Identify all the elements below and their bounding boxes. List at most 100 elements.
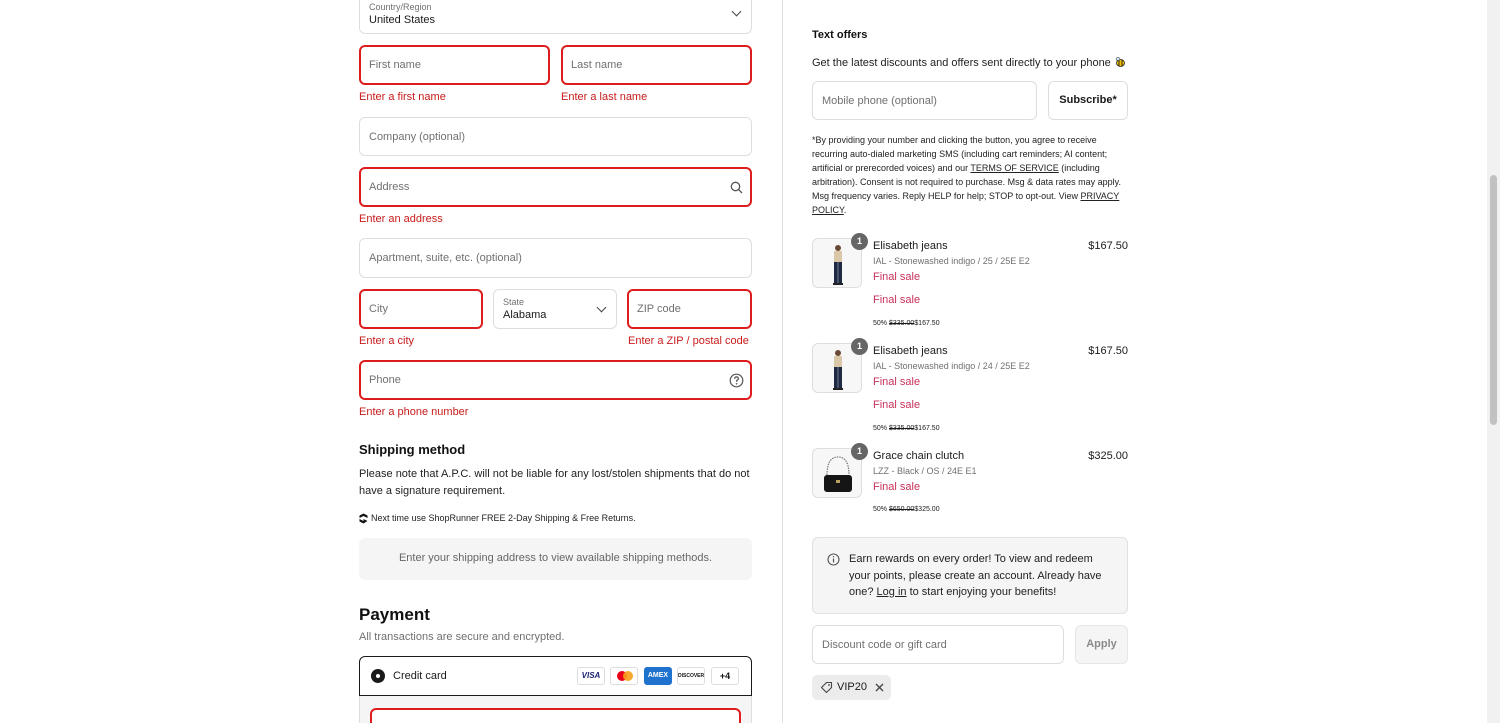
discount-code-placeholder: Discount code or gift card [822,638,947,651]
address-error: Enter an address [359,213,443,225]
city-input[interactable]: City [359,289,483,329]
credit-card-label: Credit card [393,670,447,682]
shoprunner-text: Next time use ShopRunner FREE 2-Day Ship… [371,513,636,523]
shipping-empty-message: Enter your shipping address to view avai… [398,552,713,564]
country-select[interactable]: Country/Region United States [359,0,752,34]
info-icon [827,553,840,566]
apartment-placeholder: Apartment, suite, etc. (optional) [369,252,522,264]
zip-input[interactable]: ZIP code [627,289,752,329]
zip-placeholder: ZIP code [637,303,681,315]
discount-line: 50% $650.00$325.00 [873,506,940,513]
company-placeholder: Company (optional) [369,130,465,143]
remove-discount-icon[interactable] [875,683,884,692]
company-input[interactable]: Company (optional) [359,117,752,156]
shipping-methods-placeholder: Enter your shipping address to view avai… [359,538,752,580]
amex-icon: AMEX [644,667,672,685]
address-placeholder: Address [369,181,410,193]
rewards-text-2: to start enjoying your benefits! [906,586,1057,598]
zip-error: Enter a ZIP / postal code [628,335,749,347]
text-offers-desc-text: Get the latest discounts and offers sent… [812,57,1111,69]
scrollbar-thumb[interactable] [1490,175,1497,425]
original-price: $335.00 [888,320,915,327]
final-sale-label: Final sale [873,481,921,493]
chevron-down-icon [596,302,607,313]
sale-price: $167.50 [914,425,940,432]
mobile-phone-input[interactable]: Mobile phone (optional) [812,81,1037,120]
apply-button[interactable]: Apply [1075,625,1128,664]
subscribe-button[interactable]: Subscribe* [1048,81,1128,120]
discount-line: 50% $335.00$167.50 [873,320,940,327]
visa-icon: VISA [577,667,605,685]
final-sale-label: Final sale [873,271,921,283]
payment-subtitle: All transactions are secure and encrypte… [359,631,565,643]
text-offers-desc: Get the latest discounts and offers sent… [812,56,1127,69]
discount-code-input[interactable]: Discount code or gift card [812,625,1064,664]
login-link[interactable]: Log in [877,586,907,598]
state-select[interactable]: State Alabama [493,289,617,329]
sale-price: $167.50 [914,320,940,327]
first-name-error: Enter a first name [359,91,446,103]
item-variant: IAL - Stonewashed indigo / 24 / 25E E2 [873,361,1030,371]
shoprunner-icon [359,513,368,524]
item-variant: IAL - Stonewashed indigo / 25 / 25E E2 [873,256,1030,266]
item-price: $167.50 [1088,240,1128,252]
phone-input[interactable]: Phone [359,360,752,400]
help-circle-icon[interactable] [729,373,744,388]
credit-card-option[interactable]: Credit card VISA AMEX DISCOVER +4 [359,656,752,696]
legal-part-3: . [843,205,847,215]
mobile-phone-placeholder: Mobile phone (optional) [822,94,937,107]
final-sale-label: Final sale [873,294,921,306]
search-icon [730,181,743,194]
chevron-down-icon [731,6,742,17]
text-offers-title: Text offers [812,29,868,41]
apartment-input[interactable]: Apartment, suite, etc. (optional) [359,238,752,278]
item-price: $167.50 [1088,345,1128,357]
last-name-input[interactable]: Last name [561,45,752,85]
bee-icon [1115,57,1125,67]
rewards-text: Earn rewards on every order! To view and… [849,551,1117,601]
original-price: $650.00 [888,506,915,513]
quantity-badge: 1 [851,233,868,250]
item-name: Elisabeth jeans [873,240,948,252]
applied-discount-tag: VIP20 [812,675,891,700]
quantity-badge: 1 [851,443,868,460]
item-price: $325.00 [1088,450,1128,462]
city-error: Enter a city [359,335,415,347]
first-name-input[interactable]: First name [359,45,550,85]
phone-error: Enter a phone number [359,406,469,418]
final-sale-label: Final sale [873,376,921,388]
payment-title: Payment [359,605,430,624]
terms-of-service-link[interactable]: TERMS OF SERVICE [970,163,1058,173]
quantity-badge: 1 [851,338,868,355]
country-value: United States [369,14,436,26]
shipping-note: Please note that A.P.C. will not be liab… [359,468,750,497]
card-number-input[interactable] [370,708,741,723]
sale-price: $325.00 [914,506,940,513]
discount-percent: 50% [873,425,888,432]
city-placeholder: City [369,303,388,315]
shipping-title: Shipping method [359,442,466,457]
last-name-error: Enter a last name [561,91,648,103]
state-label: State [503,297,525,307]
credit-card-radio[interactable] [371,669,385,683]
country-label: Country/Region [369,2,432,12]
item-name: Elisabeth jeans [873,345,948,357]
final-sale-label: Final sale [873,399,921,411]
more-cards-badge: +4 [711,667,739,685]
phone-placeholder: Phone [369,374,401,386]
sms-legal-text: *By providing your number and clicking t… [812,133,1128,217]
applied-code-label: VIP20 [837,681,867,693]
discount-percent: 50% [873,320,888,327]
state-value: Alabama [503,309,547,321]
discount-percent: 50% [873,506,888,513]
discount-line: 50% $335.00$167.50 [873,425,940,432]
tag-icon [820,681,833,694]
address-input[interactable]: Address [359,167,752,207]
last-name-placeholder: Last name [571,59,623,71]
item-name: Grace chain clutch [873,450,965,462]
item-variant: LZZ - Black / OS / 24E E1 [873,466,977,476]
mastercard-icon [610,667,638,685]
original-price: $335.00 [888,425,915,432]
first-name-placeholder: First name [369,59,421,71]
rewards-box: Earn rewards on every order! To view and… [812,537,1128,614]
